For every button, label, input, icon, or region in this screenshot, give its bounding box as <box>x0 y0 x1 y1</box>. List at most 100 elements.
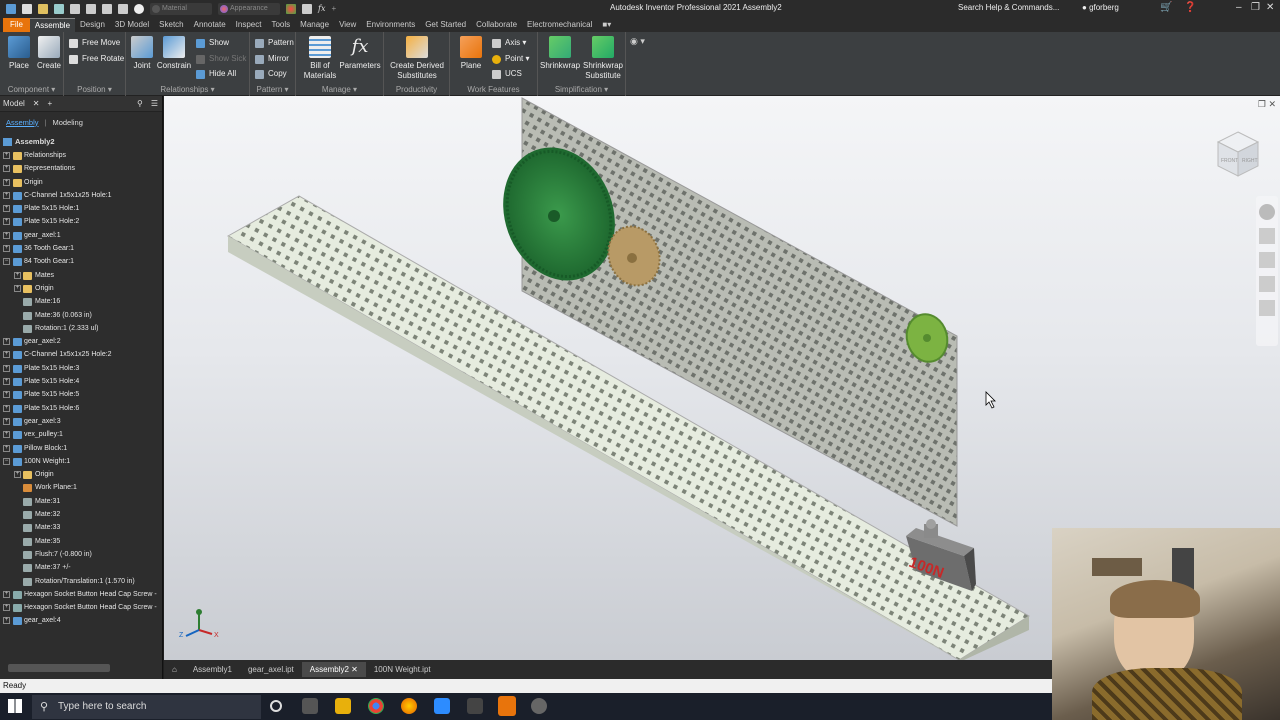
tree-node[interactable]: Mate:32 <box>0 508 162 521</box>
tree-node[interactable]: Mate:33 <box>0 521 162 534</box>
doc-home-icon[interactable]: ⌂ <box>164 662 185 677</box>
group-label-position[interactable]: Position ▾ <box>64 85 125 94</box>
fx-icon[interactable]: fx <box>318 4 325 13</box>
color-override-icon[interactable] <box>286 3 296 14</box>
hide-all-button[interactable]: Hide All <box>196 67 236 81</box>
expand-toggle-icon[interactable]: + <box>3 431 10 439</box>
tab-design[interactable]: Design <box>75 18 110 32</box>
expand-toggle-icon[interactable]: + <box>3 152 10 159</box>
tree-node[interactable]: + vex_pulley:1 <box>0 428 162 441</box>
pattern-button[interactable]: Pattern <box>255 36 294 50</box>
doc-tab-assembly1[interactable]: Assembly1 <box>185 662 240 677</box>
tree-node[interactable]: + Origin <box>0 176 162 189</box>
save-icon[interactable] <box>54 3 64 14</box>
cart-icon[interactable]: 🛒 <box>1160 2 1172 13</box>
expand-toggle-icon[interactable]: + <box>3 404 10 412</box>
ucs-button[interactable]: UCS <box>492 67 522 81</box>
expand-toggle-icon[interactable]: + <box>14 271 21 279</box>
doc-tab-close-icon[interactable]: ✕ <box>351 665 358 674</box>
copy-button[interactable]: Copy <box>255 67 287 81</box>
tree-node[interactable]: +36 Tooth Gear:1 <box>0 242 162 255</box>
expand-toggle-icon[interactable]: + <box>3 364 10 372</box>
tree-node[interactable]: − 100N Weight:1 <box>0 455 162 468</box>
redo-icon[interactable] <box>86 3 96 14</box>
free-rotate-button[interactable]: Free Rotate <box>69 52 124 66</box>
tree-node[interactable]: Mate:35 <box>0 535 162 548</box>
show-button[interactable]: Show <box>196 36 229 50</box>
tree-node[interactable]: Rotation/Translation:1 (1.570 in) <box>0 575 162 588</box>
tree-node[interactable]: + Plate 5x15 Hole:4 <box>0 375 162 388</box>
create-derived-substitutes-button[interactable]: Create Derived Substitutes <box>386 36 448 81</box>
tree-node[interactable]: + gear_axel:2 <box>0 335 162 348</box>
viewport-close-icon[interactable]: ❐ ✕ <box>1258 99 1276 110</box>
user-account[interactable]: ● gforberg <box>1082 3 1119 12</box>
tree-node[interactable]: + Plate 5x15 Hole:3 <box>0 362 162 375</box>
expand-toggle-icon[interactable]: + <box>3 338 10 346</box>
tree-node[interactable]: + gear_axel:3 <box>0 415 162 428</box>
group-label-pattern[interactable]: Pattern ▾ <box>250 85 295 94</box>
tree-node[interactable]: + Mates <box>0 269 162 282</box>
tree-node[interactable]: + Plate 5x15 Hole:5 <box>0 388 162 401</box>
inventor-app-icon[interactable] <box>498 696 516 716</box>
doc-tab-100n-weight[interactable]: 100N Weight.ipt <box>366 662 439 677</box>
obs-icon[interactable] <box>531 698 547 714</box>
expand-toggle-icon[interactable]: + <box>3 218 10 226</box>
browser-tab-assembly[interactable]: Assembly <box>6 118 39 127</box>
expand-toggle-icon[interactable]: + <box>3 191 10 199</box>
expand-toggle-icon[interactable]: + <box>14 284 21 292</box>
look-at-icon[interactable] <box>1259 300 1275 316</box>
tab-get-started[interactable]: Get Started <box>420 18 471 32</box>
shrinkwrap-button[interactable]: Shrinkwrap <box>540 36 580 71</box>
close-window-icon[interactable]: ✕ <box>1266 2 1274 13</box>
tab-manage[interactable]: Manage <box>295 18 334 32</box>
axis-button[interactable]: Axis ▾ <box>492 36 526 50</box>
tree-node[interactable]: + Plate 5x15 Hole:6 <box>0 402 162 415</box>
browser-horizontal-scrollbar[interactable] <box>8 664 110 672</box>
tree-node[interactable]: + Plate 5x15 Hole:1 <box>0 202 162 215</box>
new-file-icon[interactable] <box>22 3 32 14</box>
tree-node[interactable]: + Representations <box>0 162 162 175</box>
doc-tab-assembly2[interactable]: Assembly2 ✕ <box>301 662 366 677</box>
tree-node[interactable]: + Origin <box>0 282 162 295</box>
tree-node[interactable]: + Origin <box>0 468 162 481</box>
expand-toggle-icon[interactable]: + <box>3 205 10 213</box>
expand-toggle-icon[interactable]: − <box>3 457 10 465</box>
tab-file[interactable]: File <box>3 18 30 32</box>
browser-close-icon[interactable]: ✕ <box>33 99 40 108</box>
tree-node[interactable]: + C-Channel 1x5x1x25 Hole:1 <box>0 189 162 202</box>
browser-search-icon[interactable]: ⚲ <box>137 99 143 108</box>
group-label-relationships[interactable]: Relationships ▾ <box>126 85 249 94</box>
expand-toggle-icon[interactable]: + <box>3 378 10 386</box>
tab-inspect[interactable]: Inspect <box>231 18 267 32</box>
tree-node[interactable]: + gear_axel:4 <box>0 614 162 627</box>
close-doc-icon[interactable] <box>134 3 144 14</box>
bill-of-materials-button[interactable]: Bill of Materials <box>302 36 338 81</box>
zoom-icon[interactable] <box>1259 252 1275 268</box>
steering-wheel-icon[interactable] <box>1259 204 1275 220</box>
expand-toggle-icon[interactable]: + <box>3 351 10 359</box>
free-move-button[interactable]: Free Move <box>69 36 120 50</box>
shrinkwrap-substitute-button[interactable]: Shrinkwrap Substitute <box>582 36 624 81</box>
pan-icon[interactable] <box>1259 228 1275 244</box>
expand-toggle-icon[interactable]: + <box>3 178 10 186</box>
expand-toggle-icon[interactable]: − <box>3 258 10 266</box>
tree-node[interactable]: + Relationships <box>0 149 162 162</box>
chrome-icon[interactable] <box>368 698 384 714</box>
expand-toggle-icon[interactable]: + <box>3 617 10 625</box>
tree-node[interactable]: + C-Channel 1x5x1x25 Hole:2 <box>0 348 162 361</box>
plane-button[interactable]: Plane <box>454 36 488 71</box>
cortana-icon[interactable] <box>270 700 282 712</box>
tree-node[interactable]: + Pillow Block:1 <box>0 442 162 455</box>
restore-icon[interactable]: ❐ <box>1251 2 1260 13</box>
tree-node[interactable]: Rotation:1 (2.333 ul) <box>0 322 162 335</box>
browser-tab-modeling[interactable]: Modeling <box>52 118 82 127</box>
zoom-app-icon[interactable] <box>434 698 450 714</box>
expand-toggle-icon[interactable]: + <box>3 444 10 452</box>
group-label-simplification[interactable]: Simplification ▾ <box>538 85 625 94</box>
browser-menu-icon[interactable]: ☰ <box>151 99 158 108</box>
home-icon[interactable] <box>102 3 112 14</box>
tree-node[interactable]: + Hexagon Socket Button Head Cap Screw - <box>0 601 162 614</box>
tree-node[interactable]: Mate:31 <box>0 495 162 508</box>
appearance-dropdown[interactable]: Appearance <box>218 2 280 15</box>
place-button[interactable]: Place <box>2 36 36 71</box>
